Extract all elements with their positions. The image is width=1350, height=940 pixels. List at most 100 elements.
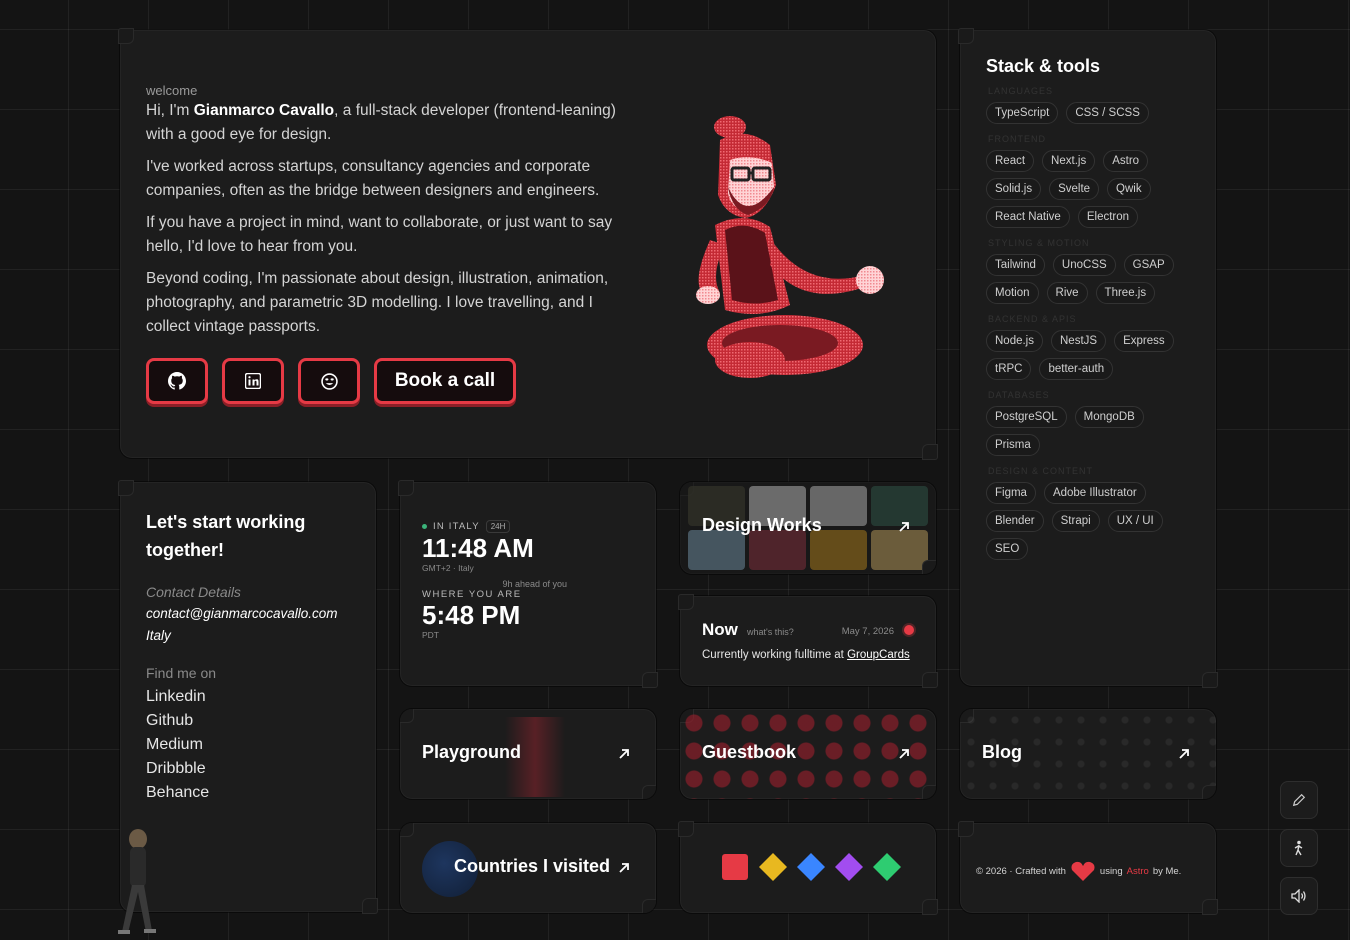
blue-diamond-shape-icon[interactable]	[796, 852, 826, 882]
walker-toggle-button[interactable]	[1280, 829, 1318, 867]
stack-chip: UnoCSS	[1052, 254, 1116, 276]
linkedin-button[interactable]	[222, 358, 284, 404]
stack-category-title: Styling & Motion	[988, 238, 1090, 248]
arrow-up-right-icon	[1179, 749, 1189, 759]
social-link-linkedin[interactable]: Linkedin	[146, 685, 216, 709]
stack-chip: better-auth	[1039, 358, 1114, 380]
stack-chip: SEO	[986, 538, 1029, 560]
blog-card[interactable]: Blog	[960, 709, 1216, 799]
stack-chip: Three.js	[1095, 282, 1156, 304]
local-time: 11:48 AM	[422, 533, 534, 563]
stack-chip: UX / UI	[1107, 510, 1163, 532]
live-status-dot	[904, 625, 914, 635]
footer-prefix: © 2026 · Crafted with	[976, 865, 1066, 877]
now-date: May 7, 2026	[841, 626, 894, 637]
stack-card: Stack & tools Languages TypeScript CSS / S…	[958, 28, 1218, 688]
hero-actions: Book a call	[146, 358, 516, 404]
local-label: IN ITALY	[433, 521, 480, 532]
stack-chip: Rive	[1046, 282, 1088, 304]
now-status-text: Currently working fulltime at	[702, 649, 848, 661]
footer-credits: © 2026 · Crafted with using Astro by Me.	[976, 860, 1181, 882]
contact-location: Italy	[146, 628, 171, 643]
stack-chip: MongoDB	[1074, 406, 1144, 428]
now-hint-link[interactable]: what's this?	[747, 627, 794, 637]
yellow-diamond-shape-icon[interactable]	[758, 852, 788, 882]
stack-chip: Strapi	[1051, 510, 1100, 532]
guestbook-card[interactable]: Guestbook	[680, 709, 936, 799]
playground-card[interactable]: Playground	[400, 709, 656, 799]
social-link-behance[interactable]: Behance	[146, 781, 216, 805]
stack-chip: Express	[1114, 330, 1174, 352]
hero-paragraph-1: Hi, I'm Gianmarco Cavallo, a full-stack …	[146, 99, 626, 147]
pencil-icon	[1292, 793, 1306, 807]
company-link[interactable]: GroupCards	[847, 649, 910, 661]
stack-chip: Adobe Illustrator	[1043, 482, 1146, 504]
stack-category-title: Design & Content	[988, 466, 1094, 476]
arrow-up-right-icon	[899, 749, 909, 759]
stack-chip-group: Tailwind UnoCSS GSAP Motion Rive Three.js	[986, 254, 1196, 304]
draw-mode-button[interactable]	[1280, 781, 1318, 819]
stack-chip: Qwik	[1107, 178, 1151, 200]
time-difference: 9h ahead of you	[502, 579, 567, 589]
stack-chip: Motion	[986, 282, 1039, 304]
stack-chip: Blender	[986, 510, 1044, 532]
walking-avatar-illustration	[118, 829, 156, 934]
hero-intro: welcome Hi, I'm Gianmarco Cavallo, a ful…	[146, 83, 626, 347]
countries-card[interactable]: Countries I visited	[400, 823, 656, 913]
purple-diamond-shape-icon[interactable]	[834, 852, 864, 882]
local-timezone-row: IN ITALY 24H	[422, 520, 637, 533]
walking-person-icon	[1294, 840, 1303, 856]
stack-chip: Figma	[986, 482, 1036, 504]
contact-details: Contact Details contact@gianmarcocavallo…	[146, 581, 338, 647]
stack-categories: Languages TypeScript CSS / SCSS Frontend Rea…	[986, 86, 1196, 570]
social-link-dribbble[interactable]: Dribbble	[146, 757, 216, 781]
github-button[interactable]	[146, 358, 208, 404]
heart-icon	[1071, 861, 1095, 881]
remote-time: 5:48 PM	[422, 600, 521, 630]
github-icon	[168, 372, 186, 390]
stack-chip-group: React Next.js Astro Solid.js Svelte Qwik React…	[986, 150, 1196, 228]
green-diamond-shape-icon[interactable]	[872, 852, 902, 882]
hero-paragraph-4: Beyond coding, I'm passionate about desi…	[146, 270, 609, 335]
hero-name: Gianmarco Cavallo	[193, 102, 335, 119]
stack-chip: Next.js	[1042, 150, 1096, 172]
stack-chip: React	[986, 150, 1035, 172]
smiley-icon	[320, 372, 338, 390]
stack-chip: Node.js	[986, 330, 1043, 352]
online-indicator	[422, 524, 427, 529]
astro-link[interactable]: Astro	[1127, 866, 1149, 877]
stack-chip: Electron	[1077, 206, 1139, 228]
stack-chip: NestJS	[1051, 330, 1107, 352]
stack-title: Stack & tools	[986, 56, 1101, 76]
stack-chip-group: TypeScript CSS / SCSS	[986, 102, 1196, 124]
stack-chip: PostgreSQL	[986, 406, 1067, 428]
stack-category-title: Databases	[988, 390, 1050, 400]
contact-title: Let's start working together!	[146, 512, 306, 560]
stack-category-title: Frontend	[988, 134, 1046, 144]
remote-label: WHERE YOU ARE	[422, 589, 522, 600]
red-square-shape-icon[interactable]	[720, 852, 750, 882]
sound-toggle-button[interactable]	[1280, 877, 1318, 915]
social-link-github[interactable]: Github	[146, 709, 216, 733]
welcome-label: welcome	[146, 83, 198, 98]
find-me-label: Find me on	[146, 665, 217, 681]
time-format-toggle[interactable]: 24H	[485, 520, 511, 533]
speaker-icon	[1291, 889, 1306, 903]
shapes-row	[720, 852, 902, 882]
design-works-title: Design Works	[702, 515, 822, 535]
smiley-button[interactable]	[298, 358, 360, 404]
social-links: Find me on Linkedin Github Medium Dribbb…	[146, 665, 216, 805]
countries-title: Countries I visited	[454, 856, 611, 876]
stack-category-title: Languages	[988, 86, 1054, 96]
blog-title: Blog	[982, 742, 1022, 762]
book-a-call-button[interactable]: Book a call	[374, 358, 516, 404]
shapes-card[interactable]	[678, 821, 938, 915]
arrow-up-right-icon	[619, 749, 629, 759]
contact-card: Let's start working together! Contact De…	[118, 480, 378, 934]
contact-email-link[interactable]: contact@gianmarcocavallo.com	[146, 603, 338, 625]
hero-card: welcome Hi, I'm Gianmarco Cavallo, a ful…	[118, 28, 938, 460]
remote-timezone: PDT	[422, 630, 439, 640]
stack-chip: Svelte	[1049, 178, 1100, 200]
design-works-card[interactable]: Design Works	[680, 482, 936, 574]
social-link-medium[interactable]: Medium	[146, 733, 216, 757]
